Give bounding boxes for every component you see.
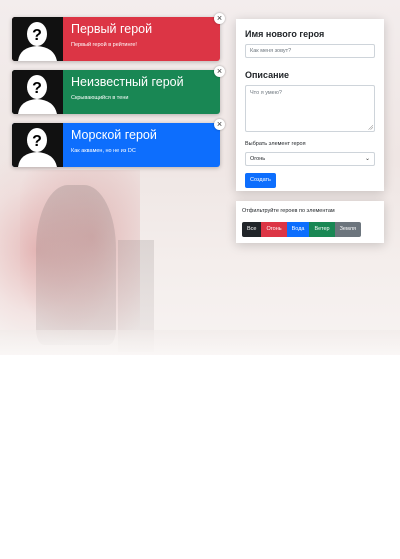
resize-handle-icon[interactable] (368, 125, 373, 130)
background-floor (0, 330, 400, 355)
element-select[interactable]: Огонь ⌄ (245, 152, 375, 166)
filter-panel: Отфильтруйте героев по элементам Все Ого… (236, 201, 384, 243)
hero-description-textarea[interactable]: Что я умею? (245, 85, 375, 132)
hero-description: Как аквамен, но не из DC (71, 148, 136, 154)
hero-title: Неизвестный герой (71, 75, 184, 89)
filter-all-button[interactable]: Все (242, 222, 262, 237)
hero-description: Первый герой в рейтинге! (71, 42, 137, 48)
hero-title: Первый герой (71, 22, 153, 36)
description-placeholder: Что я умею? (250, 90, 282, 96)
close-icon[interactable]: × (214, 66, 225, 77)
svg-text:?: ? (32, 80, 42, 97)
element-select-label: Выбрать элемент героя (245, 141, 306, 147)
unknown-person-icon: ? (12, 70, 63, 114)
description-label: Описание (245, 70, 290, 80)
hero-description: Скрывающийся в тени (71, 95, 129, 101)
close-icon[interactable]: × (214, 119, 225, 130)
filter-water-button[interactable]: Вода (286, 222, 310, 237)
hero-card[interactable]: ? Морской герой Как аквамен, но не из DC… (12, 119, 225, 167)
unknown-person-icon: ? (12, 17, 63, 61)
hero-card[interactable]: ? Первый герой Первый герой в рейтинге! … (12, 13, 225, 61)
filter-earth-button[interactable]: Земля (334, 222, 361, 237)
svg-text:?: ? (32, 27, 42, 44)
chevron-down-icon: ⌄ (364, 156, 370, 162)
element-select-value: Огонь (250, 156, 266, 162)
create-hero-form: Имя нового героя Как меня зовут? Описани… (236, 19, 384, 191)
svg-text:?: ? (32, 133, 42, 150)
filter-fire-button[interactable]: Огонь (261, 222, 287, 237)
filter-button-group: Все Огонь Вода Ветер Земля (242, 222, 378, 237)
filter-wind-button[interactable]: Ветер (309, 222, 335, 237)
hero-list: ? Первый герой Первый герой в рейтинге! … (12, 13, 225, 176)
hero-title: Морской герой (71, 128, 157, 142)
unknown-person-icon: ? (12, 123, 63, 167)
background-figure (36, 185, 116, 345)
hero-name-input[interactable]: Как меня зовут? (245, 44, 375, 58)
create-button[interactable]: Создать (245, 173, 276, 188)
hero-card[interactable]: ? Неизвестный герой Скрывающийся в тени … (12, 66, 225, 114)
filter-title: Отфильтруйте героев по элементам (242, 208, 335, 214)
name-label: Имя нового героя (245, 29, 325, 39)
close-icon[interactable]: × (214, 13, 225, 24)
